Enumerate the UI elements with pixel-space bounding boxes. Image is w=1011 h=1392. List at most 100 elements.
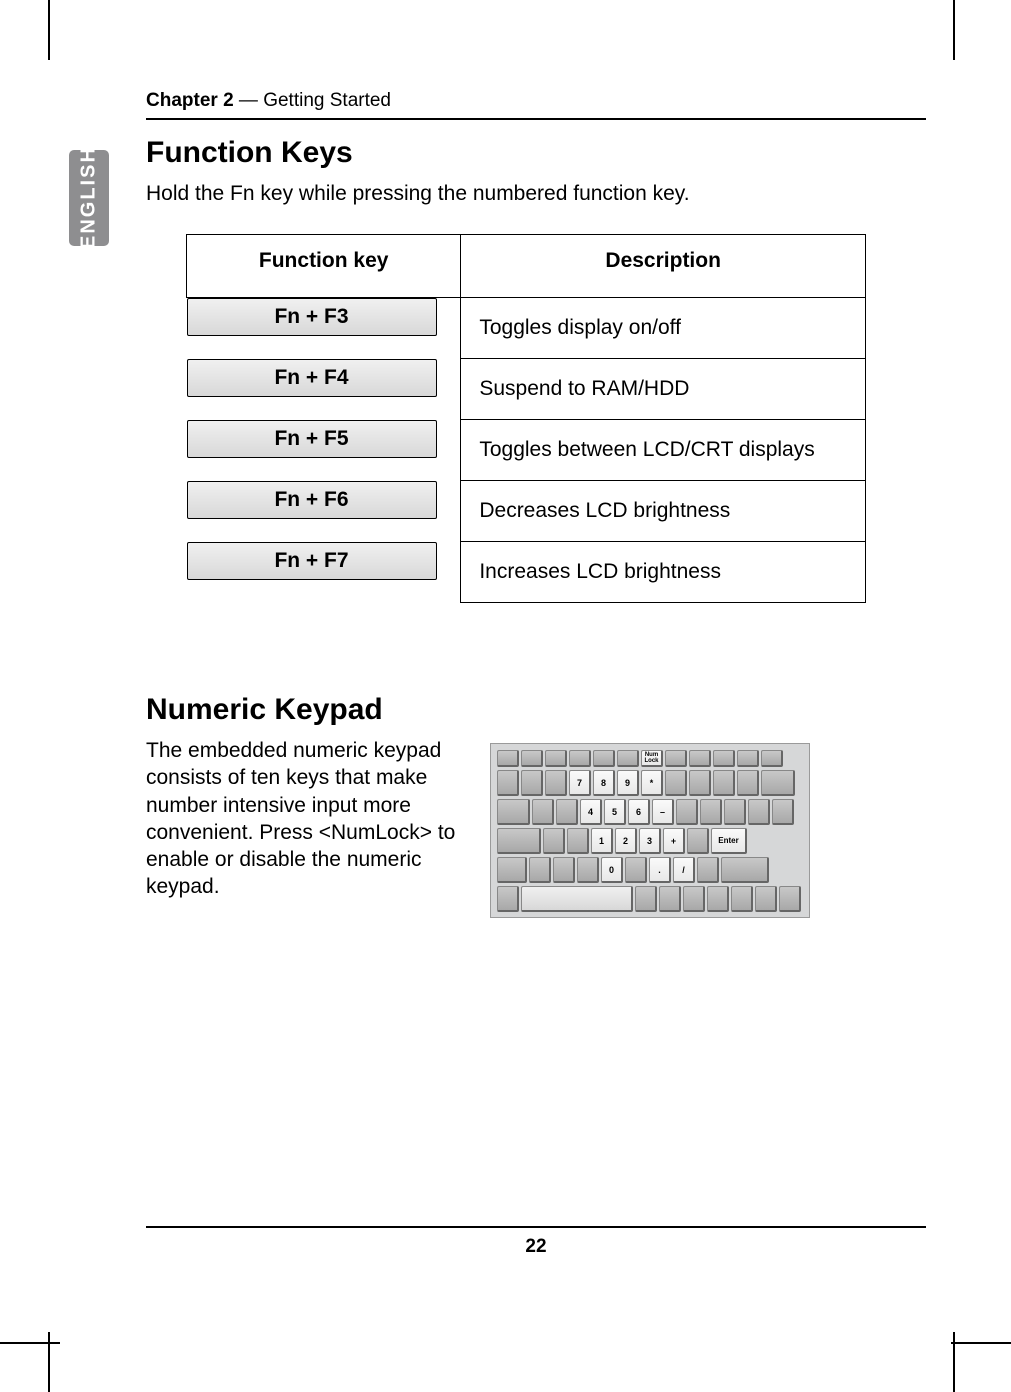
key-blank [497, 750, 519, 767]
key-9: 9 [617, 770, 639, 796]
key-minus: – [652, 799, 674, 825]
key-numlock: Num Lock [641, 750, 663, 767]
section-heading-numeric-keypad: Numeric Keypad [146, 693, 926, 727]
page-number: 22 [525, 1236, 546, 1257]
key-dot: . [649, 857, 671, 883]
key-blank [569, 750, 591, 767]
cell-key: Fn + F5 [187, 420, 437, 458]
chapter-title: Getting Started [263, 90, 391, 111]
key-5: 5 [604, 799, 626, 825]
numeric-keypad-text: The embedded numeric keypad consists of … [146, 737, 466, 901]
table-row: Fn + F7 Increases LCD brightness [187, 542, 866, 603]
key-blank [497, 770, 519, 796]
key-blank [567, 828, 589, 854]
key-blank [497, 799, 530, 825]
key-blank [545, 750, 567, 767]
cell-key: Fn + F7 [187, 542, 437, 580]
key-blank [707, 886, 729, 912]
key-blank [761, 750, 783, 767]
crop-mark [0, 1342, 60, 1344]
key-blank [521, 750, 543, 767]
key-blank [532, 799, 554, 825]
cell-desc: Suspend to RAM/HDD [461, 359, 866, 420]
cell-desc: Increases LCD brightness [461, 542, 866, 603]
key-plus: + [663, 828, 685, 854]
key-blank [731, 886, 753, 912]
cell-desc: Toggles display on/off [461, 298, 866, 359]
key-blank [697, 857, 719, 883]
section-heading-function-keys: Function Keys [146, 136, 926, 170]
key-blank [676, 799, 698, 825]
key-blank [772, 799, 794, 825]
crop-mark [48, 1332, 50, 1392]
key-blank [687, 828, 709, 854]
key-8: 8 [593, 770, 615, 796]
key-blank [713, 770, 735, 796]
numeric-keypad-section: Numeric Keypad The embedded numeric keyp… [146, 693, 926, 918]
key-blank [689, 750, 711, 767]
key-1: 1 [591, 828, 613, 854]
table-header-desc: Description [461, 235, 866, 298]
key-blank [625, 857, 647, 883]
key-4: 4 [580, 799, 602, 825]
key-blank [761, 770, 795, 796]
key-blank [545, 770, 567, 796]
key-blank [748, 799, 770, 825]
key-blank [737, 750, 759, 767]
crop-mark [951, 1342, 1011, 1344]
key-blank [665, 750, 687, 767]
table-row: Fn + F4 Suspend to RAM/HDD [187, 359, 866, 420]
key-blank [755, 886, 777, 912]
table-row: Fn + F6 Decreases LCD brightness [187, 481, 866, 542]
keypad-diagram: Num Lock 7 8 9 * [490, 743, 810, 918]
page-content: Chapter 2 — Getting Started Function Key… [146, 90, 926, 918]
key-6: 6 [628, 799, 650, 825]
crop-mark [953, 0, 955, 60]
key-blank [721, 857, 769, 883]
key-slash: / [673, 857, 695, 883]
table-header-row: Function key Description [187, 235, 866, 298]
key-0: 0 [601, 857, 623, 883]
key-blank [521, 770, 543, 796]
chapter-header: Chapter 2 — Getting Started [146, 90, 926, 120]
key-spacebar [521, 886, 633, 912]
key-3: 3 [639, 828, 661, 854]
cell-desc: Decreases LCD brightness [461, 481, 866, 542]
key-blank [497, 886, 519, 912]
key-blank [683, 886, 705, 912]
key-asterisk: * [641, 770, 663, 796]
cell-desc: Toggles between LCD/CRT displays [461, 420, 866, 481]
cell-key: Fn + F4 [187, 359, 437, 397]
key-7: 7 [569, 770, 591, 796]
key-blank [737, 770, 759, 796]
crop-mark [48, 0, 50, 60]
cell-key: Fn + F3 [187, 298, 437, 336]
key-blank [689, 770, 711, 796]
key-blank [617, 750, 639, 767]
key-blank [635, 886, 657, 912]
key-blank [543, 828, 565, 854]
key-blank [497, 828, 541, 854]
chapter-number: Chapter 2 [146, 90, 234, 111]
key-blank [577, 857, 599, 883]
key-blank [556, 799, 578, 825]
language-tab: ENGLISH [69, 150, 109, 246]
crop-mark [953, 1332, 955, 1392]
key-blank [665, 770, 687, 796]
key-blank [779, 886, 801, 912]
key-blank [593, 750, 615, 767]
key-enter: Enter [711, 828, 747, 854]
table-header-key: Function key [187, 235, 461, 298]
key-2: 2 [615, 828, 637, 854]
key-blank [497, 857, 527, 883]
table-row: Fn + F3 Toggles display on/off [187, 298, 866, 359]
key-blank [659, 886, 681, 912]
key-blank [713, 750, 735, 767]
key-blank [700, 799, 722, 825]
key-blank [724, 799, 746, 825]
section-intro: Hold the Fn key while pressing the numbe… [146, 182, 926, 206]
function-keys-table: Function key Description Fn + F3 Toggles… [186, 234, 866, 603]
page-footer: 22 [146, 1226, 926, 1258]
key-blank [553, 857, 575, 883]
chapter-sep: — [234, 90, 264, 111]
